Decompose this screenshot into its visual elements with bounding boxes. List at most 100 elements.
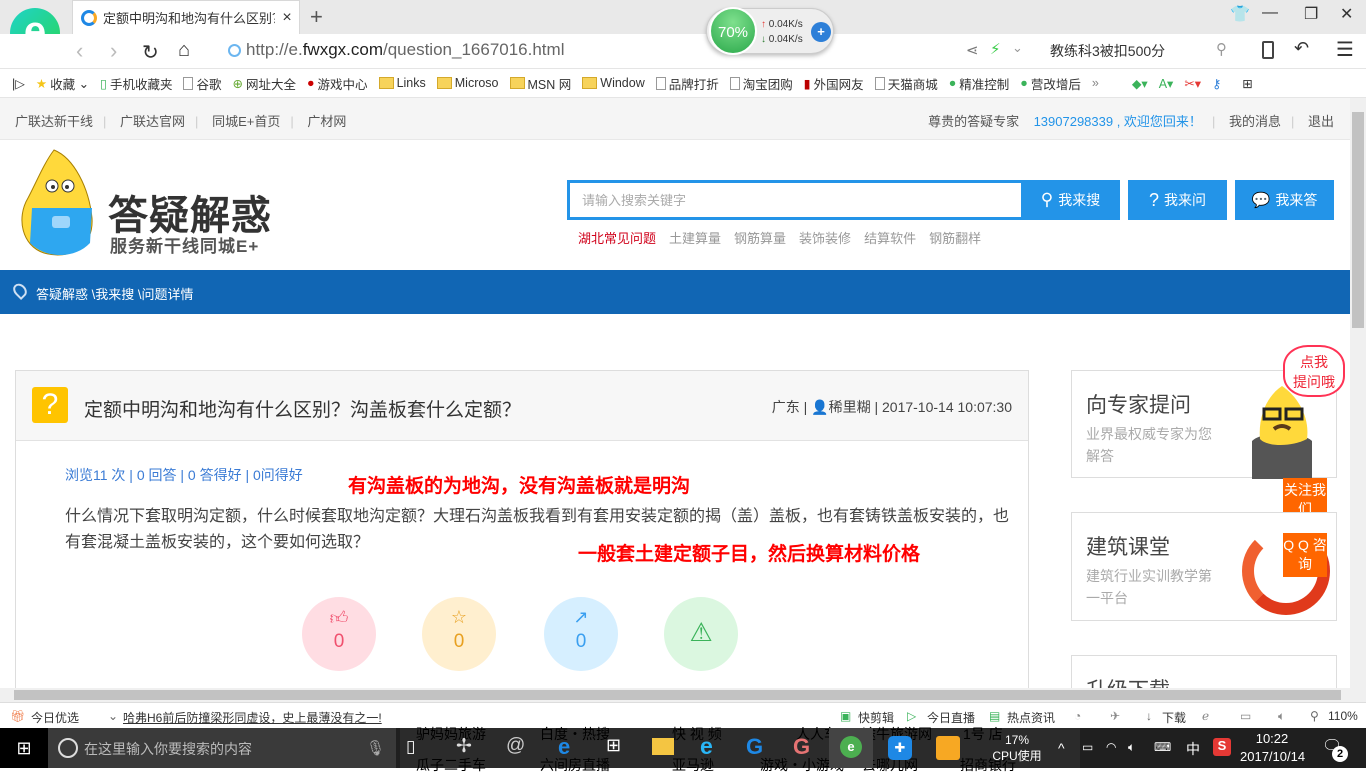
network-speed-widget[interactable]: 70% ↑ 0.04K/s ↓ 0.04K/s + (706, 7, 834, 55)
tab-active[interactable]: 定额中明沟和地沟有什么区别？沟 × (72, 0, 300, 34)
translate-icon[interactable]: A▾ (1159, 76, 1174, 91)
bookmark-item[interactable]: MSN 网 (509, 74, 571, 93)
hot-tag[interactable]: 装饰装修 (799, 231, 851, 246)
lightning-icon[interactable]: ⚡ (990, 40, 1001, 58)
cpu-meter[interactable]: 17% CPU使用 (990, 733, 1044, 764)
mobile-icon[interactable] (1262, 41, 1274, 59)
messages-link[interactable]: 我的消息 (1229, 114, 1281, 129)
volume-icon[interactable]: 🔈︎ (1128, 740, 1135, 755)
breadcrumb-text[interactable]: 答疑解惑 \我来搜 \问题详情 (36, 287, 193, 302)
bookmark-item[interactable]: Microso (436, 76, 499, 90)
bookmark-item[interactable]: 品牌打折 (655, 74, 719, 93)
search-icon[interactable]: ⚲ (1216, 40, 1227, 58)
hot-tag[interactable]: 土建算量 (669, 231, 721, 246)
minimize-button[interactable]: — (1262, 4, 1278, 22)
browser-g-icon[interactable]: G (746, 734, 763, 760)
microphone-icon[interactable]: 🎙︎ (366, 739, 385, 757)
horizontal-scroll-thumb[interactable] (14, 690, 1341, 700)
restore-button[interactable]: ❐ (1304, 4, 1318, 24)
hot-tag[interactable]: 湖北常见问题 (578, 231, 656, 246)
qq-consult-button[interactable]: Q Q 咨询 (1283, 533, 1327, 577)
ie-icon[interactable]: e (700, 733, 713, 760)
swirl-app-icon[interactable]: @ (506, 735, 525, 757)
url-field[interactable]: http://e.fwxgx.com/question_1667016.html (246, 40, 564, 60)
fan-app-icon[interactable]: ✢ (456, 735, 472, 758)
windows-start-button[interactable]: ⊞ (0, 728, 48, 768)
back-button[interactable]: ‹ (76, 38, 83, 64)
sidebar-toggle-icon[interactable]: |▷ (12, 76, 25, 91)
file-explorer-icon[interactable] (652, 738, 674, 755)
refresh-icon[interactable]: ↻ (142, 40, 159, 65)
top-link[interactable]: 广材网 (307, 114, 346, 129)
volume-icon[interactable]: 🔈︎ (1278, 709, 1285, 724)
top-link[interactable]: 广联达官网 (120, 114, 185, 129)
forward-button[interactable]: › (110, 38, 117, 64)
browser-e-icon[interactable]: e (840, 736, 862, 758)
shield-icon[interactable]: ◆▾ (1132, 76, 1148, 91)
search-button[interactable]: ⚲ 我来搜 (1021, 180, 1120, 220)
bookmark-item[interactable]: 淘宝团购 (729, 74, 793, 93)
answer-button[interactable]: 💬 我来答 (1235, 180, 1334, 220)
key-icon[interactable]: ⚷ (1212, 76, 1221, 91)
menu-icon[interactable]: ☰ (1336, 37, 1354, 62)
keyboard-icon[interactable]: ⌨ (1154, 740, 1171, 754)
bookmark-item[interactable]: ⊕ 网址大全 (232, 74, 296, 93)
share-button[interactable]: ↗ 0 (544, 597, 618, 671)
bookmark-item[interactable]: Links (378, 76, 426, 90)
bookmark-item[interactable]: Window (582, 76, 645, 90)
notes-app-icon[interactable] (936, 736, 960, 760)
bookmark-item[interactable]: 天猫商城 (874, 74, 938, 93)
like-button[interactable]: 👍︎ 0 (302, 597, 376, 671)
status-item-hot-news[interactable]: 热点资讯 (1007, 709, 1055, 726)
edge-icon[interactable]: e (558, 734, 570, 760)
apps-icon[interactable]: ⊞ (1242, 76, 1252, 91)
logout-link[interactable]: 退出 (1308, 114, 1334, 129)
more-bookmarks-button[interactable]: » (1092, 76, 1099, 90)
ie-mode-icon[interactable]: ℯ (1202, 709, 1209, 723)
mascot-logo[interactable] (14, 148, 104, 258)
search-box[interactable]: 教练科3被扣500分 (1050, 41, 1165, 61)
report-button[interactable]: ⚠ (664, 597, 738, 671)
hot-tag[interactable]: 结算软件 (864, 231, 916, 246)
author[interactable]: 稀里糊 (829, 399, 871, 415)
sogou-ime-icon[interactable]: S (1213, 738, 1231, 756)
ime-indicator[interactable]: 中 (1186, 739, 1200, 759)
ask-button[interactable]: ? 我来问 (1128, 180, 1227, 220)
home-icon[interactable]: ⌂ (178, 39, 190, 62)
store-icon[interactable]: ⊞ (606, 735, 621, 756)
hot-tag[interactable]: 钢筋算量 (734, 231, 786, 246)
rocket-icon[interactable]: ✈ (1110, 709, 1120, 723)
skin-icon[interactable]: 👕 (1230, 4, 1250, 24)
top-link[interactable]: 广联达新干线 (15, 114, 93, 129)
chevron-down-icon[interactable]: ⌄ (1012, 40, 1023, 56)
tray-expand-icon[interactable]: ^ (1058, 740, 1065, 756)
scissors-icon[interactable]: ✂▾ (1184, 76, 1201, 91)
vertical-scroll-thumb[interactable] (1352, 112, 1364, 328)
browser-g2-icon[interactable]: G (793, 734, 810, 760)
close-window-button[interactable]: ✕ (1340, 4, 1353, 24)
status-item-download[interactable]: 下载 (1162, 709, 1186, 726)
today-picks[interactable]: 今日优选 (31, 709, 79, 726)
hot-tag[interactable]: 钢筋翻样 (929, 231, 981, 246)
ask-bubble[interactable]: 点我 提问哦 (1283, 345, 1345, 397)
chevron-down-icon[interactable]: ⌄ (108, 709, 118, 723)
search-input[interactable] (567, 180, 1021, 220)
remote-app-icon[interactable]: ✚ (888, 736, 912, 760)
speed-icon[interactable]: ◔ (1074, 709, 1081, 723)
bookmark-item[interactable]: ● 营改增后 (1020, 74, 1081, 93)
favorite-button[interactable]: ☆ 0 (422, 597, 496, 671)
bookmark-item[interactable]: ● 精准控制 (949, 74, 1010, 93)
clock[interactable]: 10:22 2017/10/14 (1240, 730, 1305, 766)
zoom-level[interactable]: 110% (1328, 709, 1358, 723)
window-icon[interactable]: ▭ (1240, 709, 1251, 723)
news-ticker-link[interactable]: 哈弗H6前后防撞梁形同虚设，史上最薄没有之一! (123, 709, 382, 726)
new-tab-button[interactable]: + (310, 4, 323, 30)
close-tab-icon[interactable]: × (275, 9, 299, 27)
top-link[interactable]: 同城E+首页 (212, 114, 280, 129)
taskbar-search[interactable]: 在这里输入你要搜索的内容 (48, 728, 396, 768)
task-view-icon[interactable]: ▯ (406, 737, 415, 757)
bookmark-item[interactable]: ★ 收藏 ⌄ (36, 74, 89, 93)
battery-icon[interactable]: ▭ (1082, 740, 1093, 754)
bookmark-item[interactable]: ● 游戏中心 (307, 74, 368, 93)
undo-icon[interactable]: ↶ (1294, 38, 1309, 59)
